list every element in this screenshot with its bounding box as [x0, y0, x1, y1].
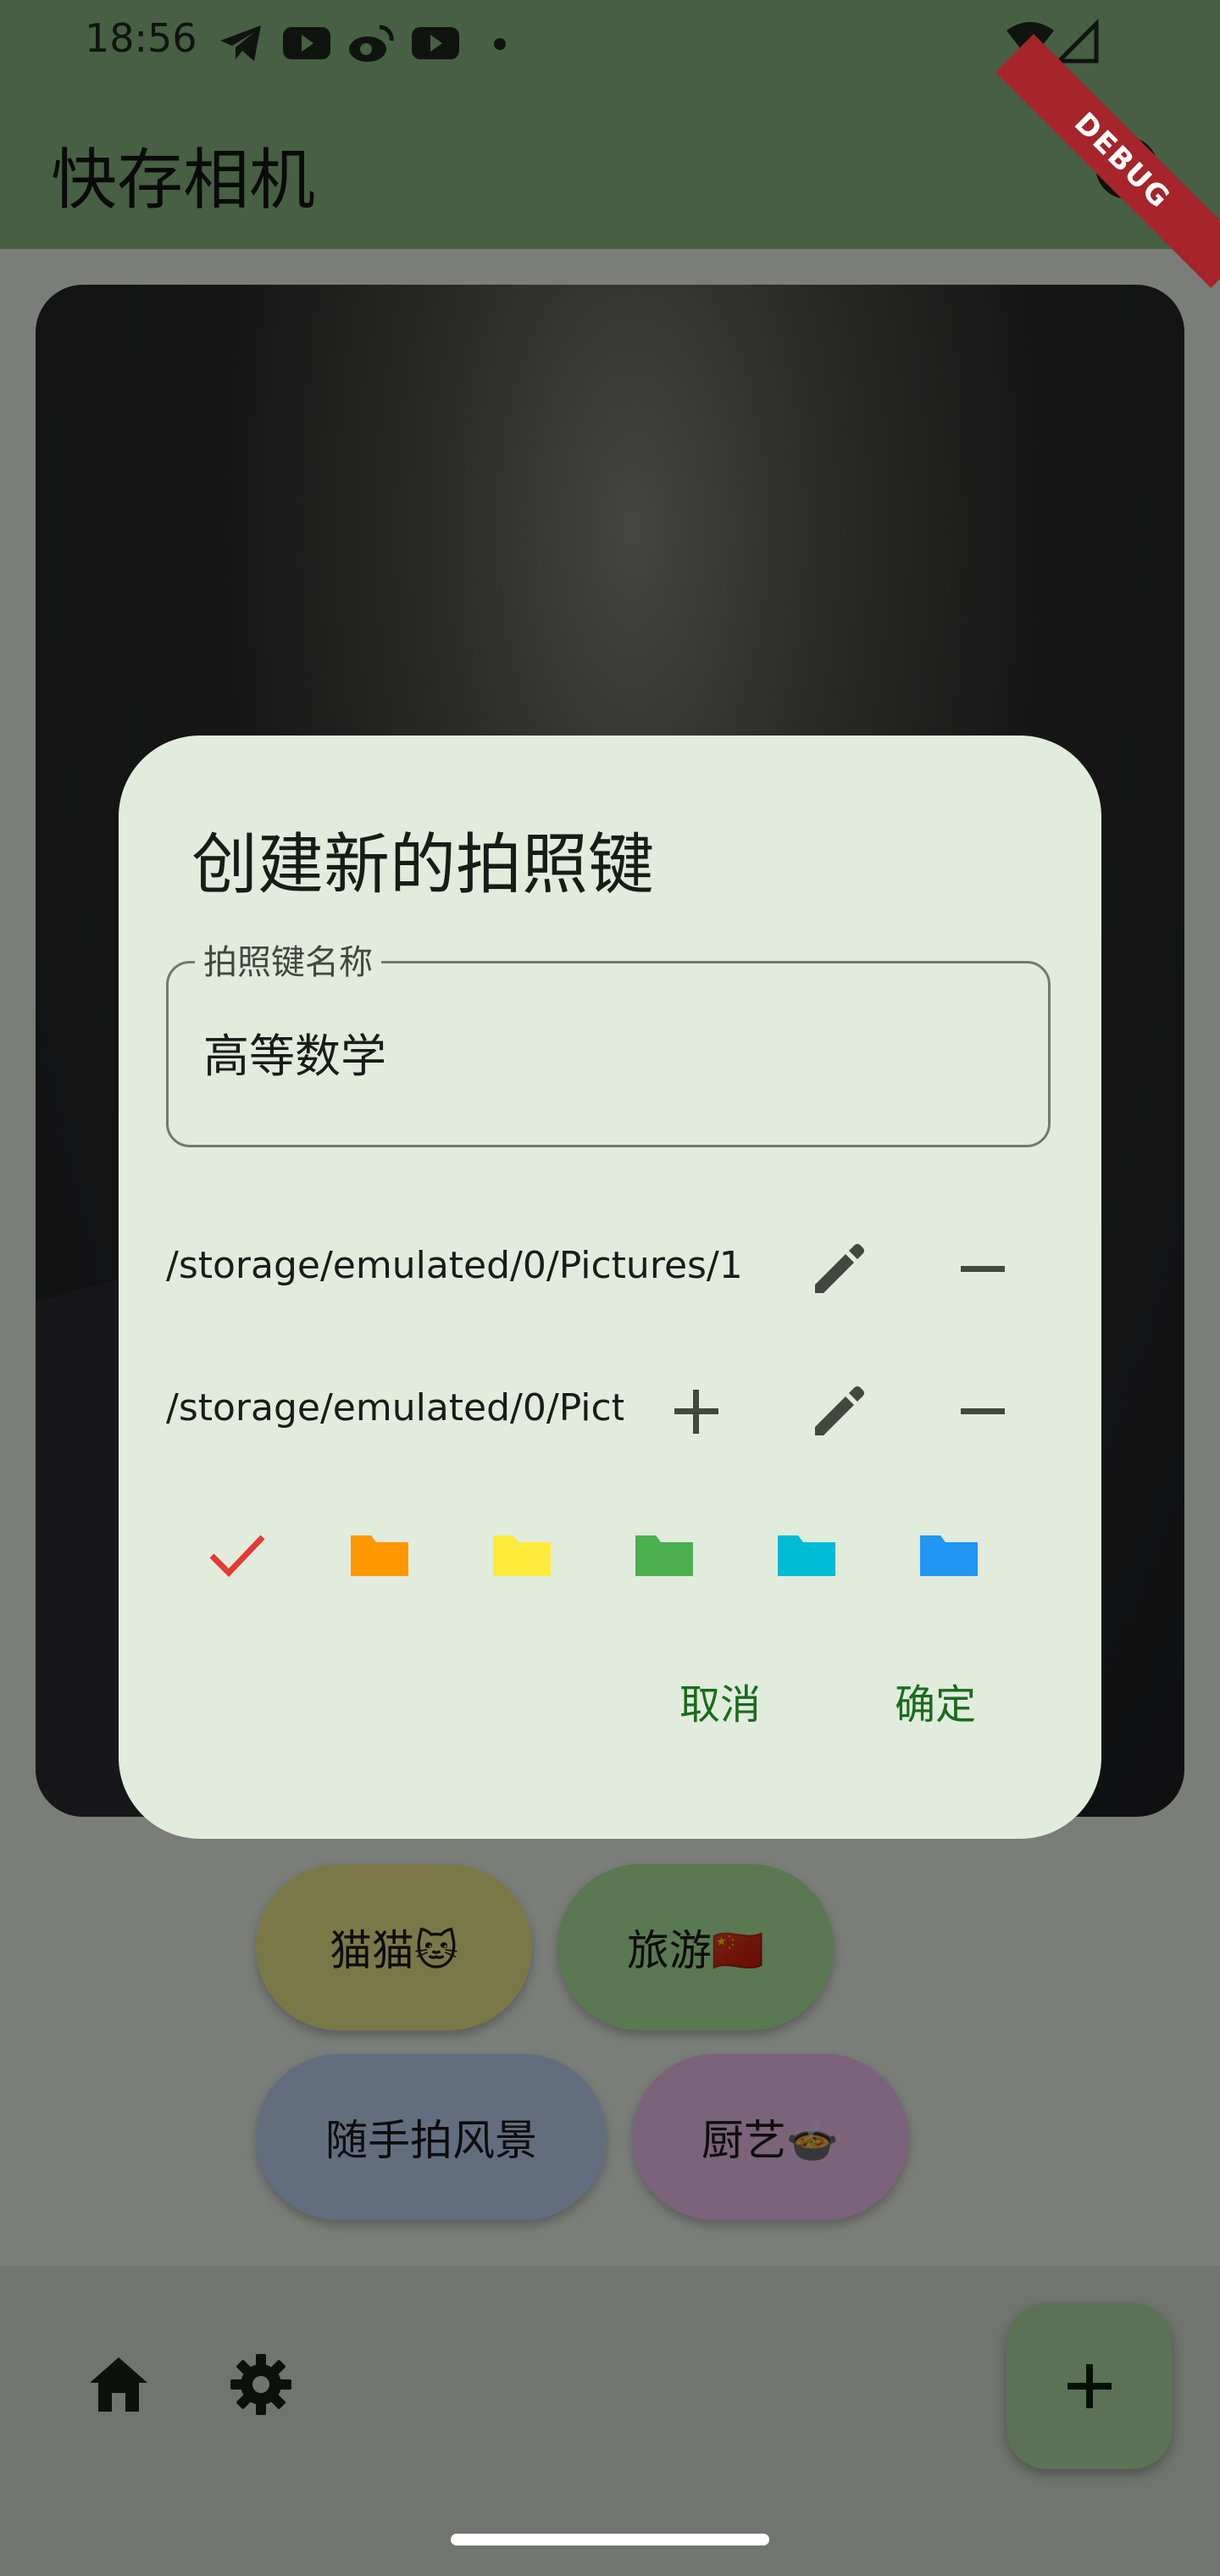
folder-icon[interactable]	[346, 1520, 413, 1588]
confirm-button[interactable]: 确定	[895, 1671, 976, 1730]
path-text: /storage/emulated/0/Pictures/1	[166, 1244, 743, 1287]
path-text: /storage/emulated/0/Pictures	[166, 1386, 624, 1430]
remove-icon[interactable]	[949, 1378, 1017, 1446]
folder-icon[interactable]	[773, 1520, 840, 1588]
cancel-button[interactable]: 取消	[679, 1671, 761, 1730]
check-icon[interactable]	[203, 1520, 271, 1588]
folder-icon[interactable]	[488, 1520, 556, 1588]
folder-icon[interactable]	[915, 1520, 983, 1588]
dialog-title: 创建新的拍照键	[191, 827, 655, 903]
remove-icon[interactable]	[949, 1235, 1017, 1303]
name-field-label: 拍照键名称	[195, 942, 381, 983]
home-indicator[interactable]	[451, 2534, 769, 2545]
edit-icon[interactable]	[805, 1378, 873, 1446]
name-input[interactable]	[203, 1025, 1017, 1079]
edit-icon[interactable]	[805, 1235, 873, 1303]
folder-icon[interactable]	[630, 1520, 698, 1588]
add-icon[interactable]	[663, 1378, 730, 1446]
